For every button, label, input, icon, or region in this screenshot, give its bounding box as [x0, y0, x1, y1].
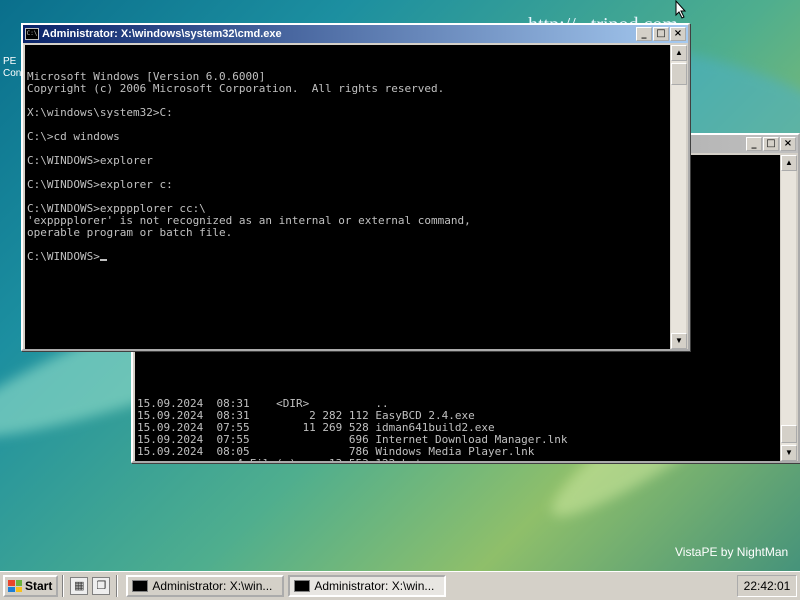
console-line: operable program or batch file.	[27, 227, 668, 239]
back-vertical-scrollbar[interactable]: ▲ ▼	[780, 155, 797, 461]
front-window-titlebar[interactable]: C:\ Administrator: X:\windows\system32\c…	[23, 25, 688, 43]
console-line-text: X:\windows\system32>C:	[27, 106, 173, 119]
text-cursor	[99, 259, 107, 261]
scroll-up-icon[interactable]: ▲	[671, 45, 687, 61]
close-button[interactable]: ×	[670, 27, 686, 41]
scroll-up-icon[interactable]: ▲	[781, 155, 797, 171]
scrollbar-thumb[interactable]	[781, 425, 797, 443]
taskbar-task-2[interactable]: Administrator: X:\win...	[288, 575, 447, 597]
console-output[interactable]: Microsoft Windows [Version 6.0.6000] Copy…	[25, 45, 670, 349]
back-minimize-button[interactable]: _	[746, 137, 762, 151]
vertical-scrollbar[interactable]: ▲ ▼	[670, 45, 687, 349]
clock[interactable]: 22:42:01	[737, 575, 797, 597]
windows-flag-icon	[8, 580, 22, 592]
show-desktop-icon[interactable]: ▦	[70, 577, 89, 595]
task-label: Administrator: X:\win...	[314, 579, 435, 593]
console-line: X:\windows\system32>C:	[27, 107, 668, 119]
start-button[interactable]: Start	[3, 575, 59, 597]
back-close-button[interactable]: ×	[780, 137, 796, 151]
switch-windows-icon[interactable]: ❐	[92, 577, 111, 595]
console-line-text: 4 File(s) 13 553 122 bytes	[137, 457, 435, 462]
maximize-button[interactable]: □	[653, 27, 669, 41]
taskbar-separator	[116, 575, 119, 597]
vistape-brand: VistaPE by NightMan	[675, 545, 789, 559]
window-title: Administrator: X:\windows\system32\cmd.e…	[42, 28, 282, 40]
console-line-text: C:\WINDOWS>explorer c:	[27, 178, 173, 191]
console-line-text: operable program or batch file.	[27, 226, 233, 239]
console-line-text: Copyright (c) 2006 Microsoft Corporation…	[27, 82, 445, 95]
console-line: Copyright (c) 2006 Microsoft Corporation…	[27, 83, 668, 95]
minimize-button[interactable]: _	[636, 27, 652, 41]
taskbar-task-1[interactable]: Administrator: X:\win...	[126, 575, 285, 597]
console-line: C:\>cd windows	[27, 131, 668, 143]
back-maximize-button[interactable]: □	[763, 137, 779, 151]
cmd-icon	[294, 580, 311, 592]
task-label: Administrator: X:\win...	[152, 579, 273, 593]
console-line: C:\WINDOWS>explorer c:	[27, 179, 668, 191]
console-line: C:\WINDOWS>explorer	[27, 155, 668, 167]
cmd-icon[interactable]: C:\	[25, 28, 39, 40]
console-line-text: C:\>cd windows	[27, 130, 120, 143]
start-label: Start	[25, 579, 53, 593]
scroll-down-icon[interactable]: ▼	[781, 445, 797, 461]
taskbar-separator	[62, 575, 65, 597]
console-line-text: C:\WINDOWS>explorer	[27, 154, 153, 167]
taskbar: Start ▦ ❐ Administrator: X:\win... Admin…	[0, 571, 800, 600]
console-line: 4 File(s) 13 553 122 bytes	[137, 457, 778, 462]
cmd-icon	[132, 580, 149, 592]
console-line: C:\WINDOWS>	[27, 251, 668, 263]
front-cmd-window[interactable]: C:\ Administrator: X:\windows\system32\c…	[21, 23, 690, 351]
scrollbar-thumb[interactable]	[671, 63, 687, 85]
desktop: http://...tripod.com PE Con VistaPE by N…	[0, 0, 800, 571]
scroll-down-icon[interactable]: ▼	[671, 333, 687, 349]
console-line-text: C:\WINDOWS>	[27, 250, 100, 263]
mouse-pointer-icon	[675, 0, 687, 19]
